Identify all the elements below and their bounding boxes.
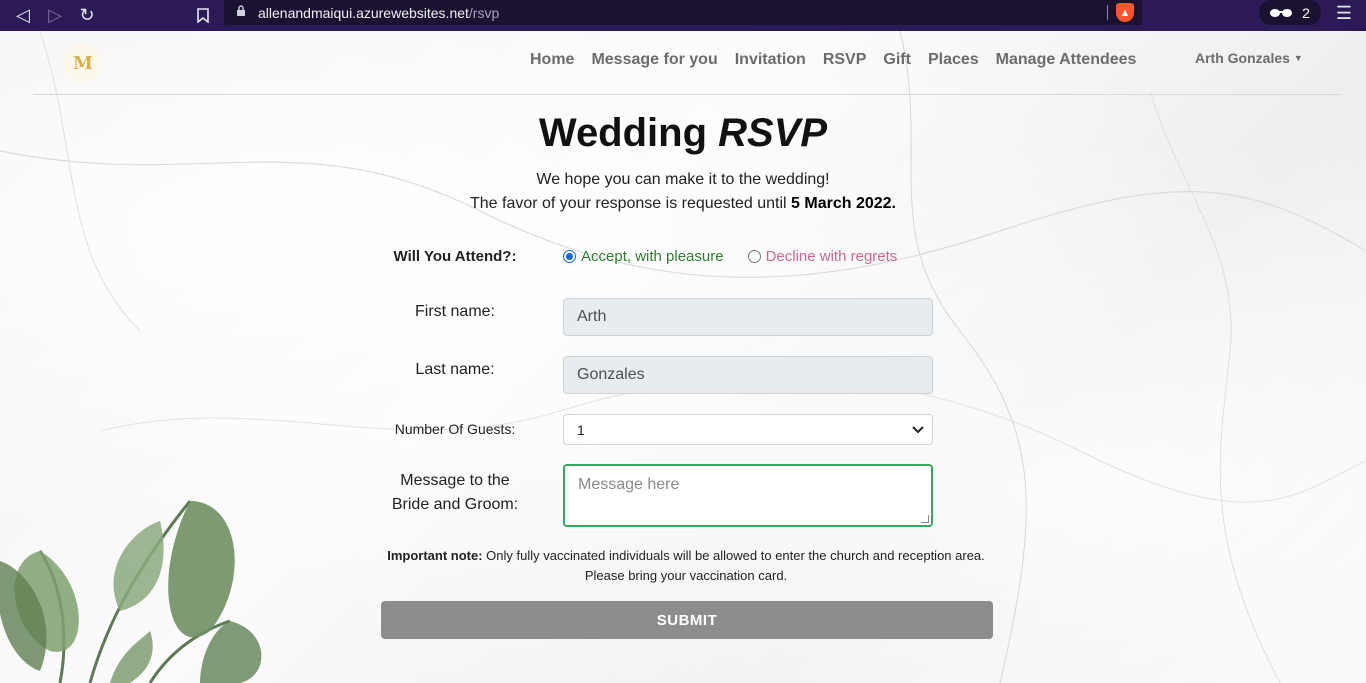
decline-option[interactable]: Decline with regrets	[747, 248, 898, 265]
extensions-pill[interactable]: 2	[1259, 0, 1321, 25]
message-label-line2: Bride and Groom:	[391, 496, 519, 513]
note-text: Only fully vaccinated individuals will b…	[482, 548, 985, 563]
message-label: Message to the Bride and Groom:	[385, 469, 525, 517]
extension-count: 2	[1302, 4, 1310, 21]
deadline-text: The favor of your response is requested …	[0, 195, 1366, 213]
lock-icon	[236, 5, 252, 20]
page-title: Wedding RSVP	[0, 111, 1366, 156]
url-path: /rsvp	[468, 4, 500, 21]
message-label-line1: Message to the	[400, 472, 510, 489]
last-name-field[interactable]: Gonzales	[563, 356, 933, 394]
nav-manage-attendees[interactable]: Manage Attendees	[996, 51, 1137, 69]
glasses-icon	[1270, 5, 1293, 21]
subtitle: We hope you can make it to the wedding!	[536, 171, 830, 188]
url-host: allenandmaiqui.azurewebsites.net	[258, 4, 469, 21]
address-bar[interactable]: allenandmaiqui.azurewebsites.net/rsvp ▲	[224, 0, 1142, 25]
nav-message-for-you[interactable]: Message for you	[591, 51, 717, 69]
decline-radio[interactable]	[747, 250, 761, 263]
nav-invitation[interactable]: Invitation	[735, 51, 806, 69]
message-textarea[interactable]: Message here	[563, 464, 933, 527]
reload-icon[interactable]: ↻	[72, 3, 102, 27]
guests-value: 1	[577, 421, 585, 438]
top-navbar: M Home Message for you Invitation RSVP G…	[33, 31, 1341, 95]
bookmark-icon[interactable]	[188, 3, 218, 27]
browser-toolbar: ◁ ▷ ↻ allenandmaiqui.azurewebsites.net/r…	[0, 0, 1366, 31]
brave-shield-icon[interactable]: ▲	[1116, 3, 1134, 22]
nav-gift[interactable]: Gift	[883, 51, 911, 69]
url-separator	[1107, 5, 1108, 20]
nav-places[interactable]: Places	[928, 51, 979, 69]
decline-label: Decline with regrets	[765, 248, 898, 265]
important-note: Important note: Only fully vaccinated in…	[0, 546, 1366, 586]
note-line1: Important note: Only fully vaccinated in…	[0, 546, 1366, 566]
forward-icon[interactable]: ▷	[40, 3, 70, 27]
submit-button[interactable]: SUBMIT	[381, 601, 993, 639]
user-name: Arth Gonzales	[1195, 50, 1290, 66]
note-line2: Please bring your vaccination card.	[584, 568, 788, 583]
accept-option[interactable]: Accept, with pleasure	[563, 248, 724, 265]
menu-icon[interactable]: ☰	[1334, 3, 1354, 23]
back-icon[interactable]: ◁	[8, 3, 38, 27]
attend-label: Will You Attend?:	[393, 248, 517, 265]
resize-handle-icon[interactable]	[921, 515, 929, 523]
first-name-field[interactable]: Arth	[563, 298, 933, 336]
accept-radio[interactable]	[563, 250, 576, 263]
user-dropdown[interactable]: Arth Gonzales ▼	[1195, 50, 1303, 66]
title-italic: RSVP	[718, 111, 828, 155]
message-placeholder: Message here	[578, 476, 680, 493]
page-content: M Home Message for you Invitation RSVP G…	[0, 31, 1366, 683]
accept-label: Accept, with pleasure	[581, 248, 724, 265]
first-name-label: First name:	[414, 303, 495, 320]
site-logo[interactable]: M	[63, 43, 103, 83]
nav-rsvp[interactable]: RSVP	[823, 51, 867, 69]
guests-label: Number Of Guests:	[394, 421, 516, 437]
last-name-label: Last name:	[415, 361, 495, 378]
nav-home[interactable]: Home	[530, 51, 574, 69]
attend-options: Accept, with pleasure Decline with regre…	[563, 248, 897, 265]
nav-links: Home Message for you Invitation RSVP Gif…	[530, 51, 1136, 69]
deadline-prefix: The favor of your response is requested …	[469, 195, 792, 212]
caret-down-icon: ▼	[1293, 53, 1303, 63]
deadline-date: 5 March 2022.	[791, 195, 896, 212]
title-plain: Wedding	[538, 111, 719, 155]
note-bold: Important note:	[387, 548, 483, 563]
guests-select[interactable]: 1	[563, 414, 933, 445]
chevron-down-icon	[912, 423, 924, 437]
